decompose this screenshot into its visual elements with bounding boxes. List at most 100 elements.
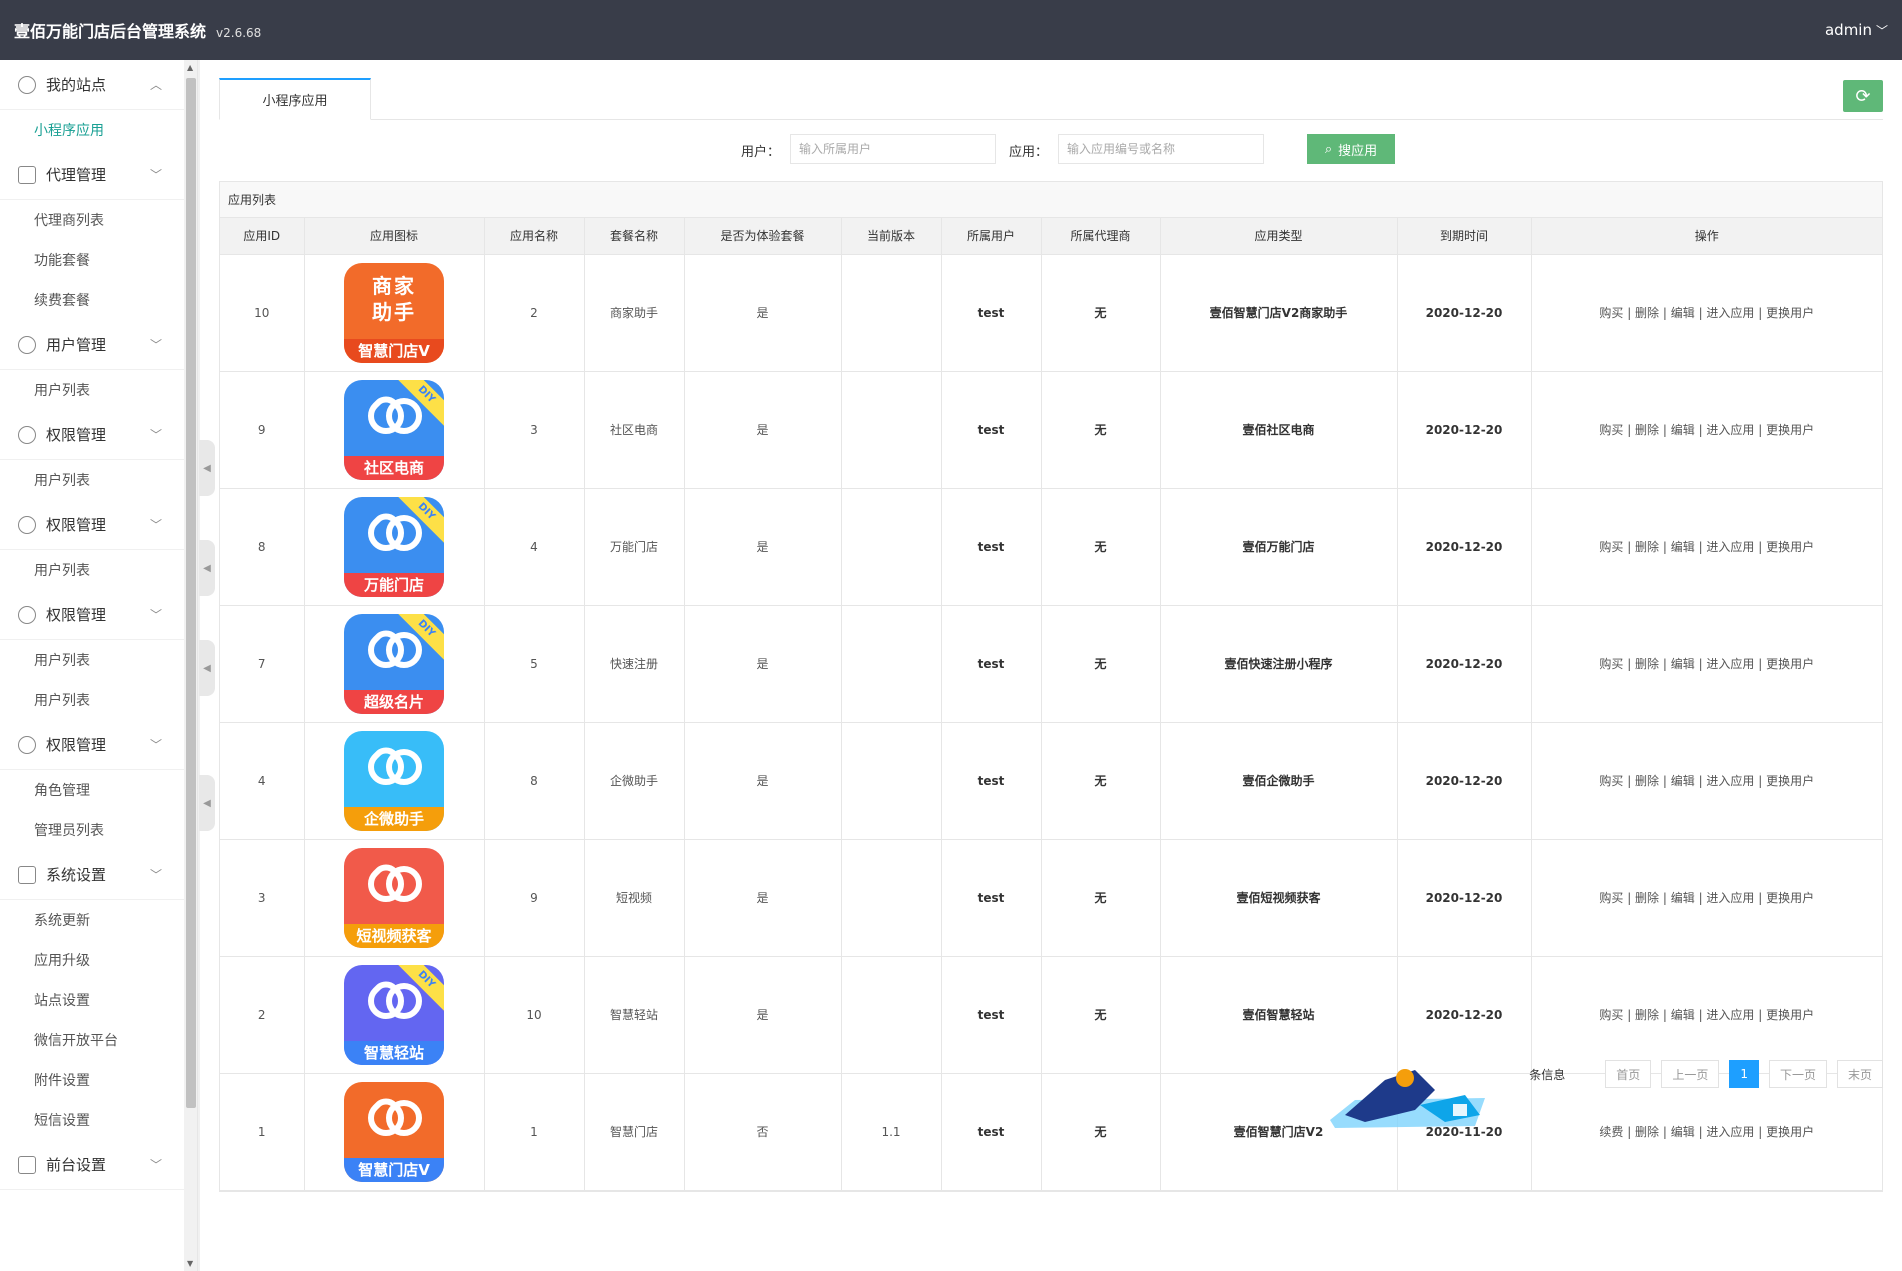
sidebar-item-5[interactable]: 续费套餐 xyxy=(0,280,184,320)
row-action-link[interactable]: 编辑 xyxy=(1671,423,1695,437)
row-action-link[interactable]: 更换用户 xyxy=(1766,774,1814,788)
sidebar-item-17[interactable]: 管理员列表 xyxy=(0,810,184,850)
sidebar-item-7[interactable]: 用户列表 xyxy=(0,370,184,410)
sidebar-group-15[interactable]: 权限管理 ﹀ xyxy=(0,720,184,770)
sidebar-group-10[interactable]: 权限管理 ﹀ xyxy=(0,500,184,550)
page-next-button[interactable]: 下一页 xyxy=(1768,1060,1827,1088)
column-header[interactable]: 当前版本 xyxy=(841,218,942,255)
sidebar-item-13[interactable]: 用户列表 xyxy=(0,640,184,680)
column-header[interactable]: 应用ID xyxy=(220,218,305,255)
row-action-link[interactable]: 删除 xyxy=(1635,540,1659,554)
sidebar-item-21[interactable]: 站点设置 xyxy=(0,980,184,1020)
sidebar-item-9[interactable]: 用户列表 xyxy=(0,460,184,500)
sidebar-group-6[interactable]: 用户管理 ﹀ xyxy=(0,320,184,370)
sidebar-group-2[interactable]: 代理管理 ﹀ xyxy=(0,150,184,200)
scroll-down-icon[interactable]: ▼ xyxy=(187,1259,193,1268)
row-action-link[interactable]: 更换用户 xyxy=(1766,1125,1814,1139)
sidebar-group-25[interactable]: 前台设置 ﹀ xyxy=(0,1140,184,1190)
sidebar-item-24[interactable]: 短信设置 xyxy=(0,1100,184,1140)
sidebar-item-19[interactable]: 系统更新 xyxy=(0,900,184,940)
refresh-button[interactable]: ⟳ xyxy=(1843,80,1883,112)
column-header[interactable]: 应用名称 xyxy=(484,218,585,255)
row-action-link[interactable]: 购买 xyxy=(1599,306,1623,320)
row-action-link[interactable]: 进入应用 xyxy=(1706,774,1754,788)
row-action-link[interactable]: 更换用户 xyxy=(1766,657,1814,671)
sidebar-item-1[interactable]: 小程序应用 xyxy=(0,110,184,150)
row-action-link[interactable]: 更换用户 xyxy=(1766,891,1814,905)
row-action-link[interactable]: 进入应用 xyxy=(1706,891,1754,905)
row-action-link[interactable]: 进入应用 xyxy=(1706,1008,1754,1022)
row-action-link[interactable]: 编辑 xyxy=(1671,1008,1695,1022)
row-action-link[interactable]: 购买 xyxy=(1599,540,1623,554)
column-header[interactable]: 到期时间 xyxy=(1397,218,1532,255)
row-action-link[interactable]: 进入应用 xyxy=(1706,657,1754,671)
row-action-link[interactable]: 编辑 xyxy=(1671,774,1695,788)
row-action-link[interactable]: 购买 xyxy=(1599,657,1623,671)
row-action-link[interactable]: 进入应用 xyxy=(1706,423,1754,437)
row-action-link[interactable]: 进入应用 xyxy=(1706,540,1754,554)
sidebar-item-16[interactable]: 角色管理 xyxy=(0,770,184,810)
search-apps-button[interactable]: ⌕ 搜应用 xyxy=(1307,134,1395,164)
sidebar-group-0[interactable]: 我的站点 ︿ xyxy=(0,60,184,110)
sidebar-item-22[interactable]: 微信开放平台 xyxy=(0,1020,184,1060)
column-header[interactable]: 所属代理商 xyxy=(1041,218,1161,255)
column-header[interactable]: 套餐名称 xyxy=(584,218,685,255)
sidebar-scrollbar[interactable]: ▲ ▼ xyxy=(184,60,197,1271)
cell-trial: 是 xyxy=(684,722,842,840)
row-action-link[interactable]: 编辑 xyxy=(1671,306,1695,320)
row-action-link[interactable]: 删除 xyxy=(1635,1008,1659,1022)
sidebar-item-3[interactable]: 代理商列表 xyxy=(0,200,184,240)
user-menu[interactable]: admin ﹀ xyxy=(1825,21,1888,39)
sidebar-item-23[interactable]: 附件设置 xyxy=(0,1060,184,1100)
row-action-link[interactable]: 购买 xyxy=(1599,423,1623,437)
user-filter-input[interactable] xyxy=(790,134,996,164)
sidebar-group-8[interactable]: 权限管理 ﹀ xyxy=(0,410,184,460)
row-action-link[interactable]: 编辑 xyxy=(1671,1125,1695,1139)
app-icon-band: 企微助手 xyxy=(344,806,444,831)
collapse-sidebar-handle[interactable]: ◀ xyxy=(199,775,215,831)
row-action-link[interactable]: 续费 xyxy=(1599,1125,1623,1139)
column-header[interactable]: 应用类型 xyxy=(1160,218,1398,255)
row-action-link[interactable]: 购买 xyxy=(1599,1008,1623,1022)
row-action-link[interactable]: 更换用户 xyxy=(1766,306,1814,320)
row-action-link[interactable]: 删除 xyxy=(1635,891,1659,905)
row-action-link[interactable]: 更换用户 xyxy=(1766,1008,1814,1022)
row-action-link[interactable]: 编辑 xyxy=(1671,540,1695,554)
row-action-link[interactable]: 删除 xyxy=(1635,774,1659,788)
scroll-up-icon[interactable]: ▲ xyxy=(187,63,193,72)
row-action-link[interactable]: 更换用户 xyxy=(1766,423,1814,437)
collapse-sidebar-handle[interactable]: ◀ xyxy=(199,640,215,696)
page-first-button[interactable]: 首页 xyxy=(1605,1060,1652,1088)
collapse-sidebar-handle[interactable]: ◀ xyxy=(199,540,215,596)
sidebar-group-18[interactable]: 系统设置 ﹀ xyxy=(0,850,184,900)
sidebar-item-14[interactable]: 用户列表 xyxy=(0,680,184,720)
row-action-link[interactable]: 删除 xyxy=(1635,306,1659,320)
sidebar-group-12[interactable]: 权限管理 ﹀ xyxy=(0,590,184,640)
row-action-link[interactable]: 进入应用 xyxy=(1706,306,1754,320)
row-action-link[interactable]: 编辑 xyxy=(1671,657,1695,671)
page-prev-button[interactable]: 上一页 xyxy=(1661,1060,1720,1088)
row-action-link[interactable]: 购买 xyxy=(1599,774,1623,788)
collapse-sidebar-handle[interactable]: ◀ xyxy=(199,440,215,496)
row-action-link[interactable]: 删除 xyxy=(1635,423,1659,437)
column-header[interactable]: 所属用户 xyxy=(941,218,1042,255)
column-header[interactable]: 操作 xyxy=(1531,218,1882,255)
column-header[interactable]: 应用图标 xyxy=(304,218,485,255)
row-action-link[interactable]: 编辑 xyxy=(1671,891,1695,905)
tab-miniprogram-apps[interactable]: 小程序应用 xyxy=(219,78,371,120)
row-action-link[interactable]: 购买 xyxy=(1599,891,1623,905)
page-current-button[interactable]: 1 xyxy=(1729,1060,1759,1088)
column-header[interactable]: 是否为体验套餐 xyxy=(684,218,842,255)
page-last-button[interactable]: 末页 xyxy=(1836,1060,1883,1088)
scrollbar-thumb[interactable] xyxy=(186,78,196,1108)
row-action-link[interactable]: 删除 xyxy=(1635,1125,1659,1139)
row-action-link[interactable]: 更换用户 xyxy=(1766,540,1814,554)
row-action-link[interactable]: 删除 xyxy=(1635,657,1659,671)
sidebar-item-20[interactable]: 应用升级 xyxy=(0,940,184,980)
app-icon: 商家 助手 智慧门店V xyxy=(344,262,444,363)
app-filter-input[interactable] xyxy=(1058,134,1264,164)
row-action-link[interactable]: 进入应用 xyxy=(1706,1125,1754,1139)
sidebar-item-4[interactable]: 功能套餐 xyxy=(0,240,184,280)
action-separator: | xyxy=(1659,891,1671,905)
sidebar-item-11[interactable]: 用户列表 xyxy=(0,550,184,590)
